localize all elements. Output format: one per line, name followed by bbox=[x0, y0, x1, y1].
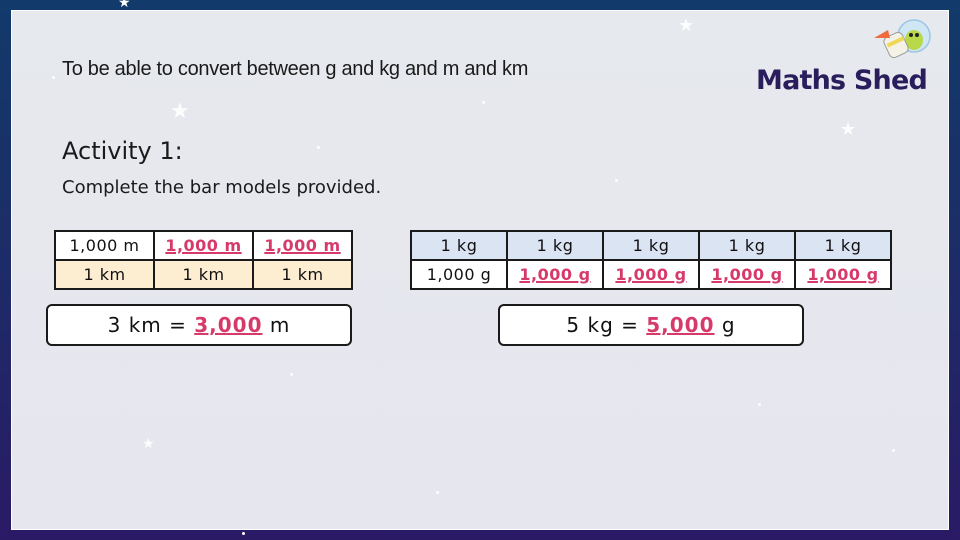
star-dot bbox=[482, 101, 485, 104]
activity-instruction: Complete the bar models provided. bbox=[62, 177, 382, 198]
answer-value: 1,000 g bbox=[807, 265, 879, 284]
star-dot bbox=[242, 532, 245, 535]
bar-cell: 1 kg bbox=[506, 230, 604, 261]
star-dot bbox=[52, 76, 55, 79]
bar-cell: 1,000 g bbox=[506, 259, 604, 290]
grams-row: 1,000 g 1,000 g 1,000 g 1,000 g 1,000 g bbox=[410, 259, 892, 290]
bar-model-grams: 1 kg 1 kg 1 kg 1 kg 1 kg 1,000 g 1,000 g… bbox=[410, 230, 892, 290]
learning-objective: To be able to convert between g and kg a… bbox=[62, 58, 529, 80]
bar-cell: 1 kg bbox=[794, 230, 892, 261]
km-row: 1 km 1 km 1 km bbox=[54, 259, 353, 290]
equation-right: m bbox=[262, 313, 291, 337]
star-dot bbox=[317, 146, 320, 149]
answer-value: 1,000 g bbox=[711, 265, 783, 284]
equation-box-grams: 5 kg = 5,000 g bbox=[498, 304, 804, 346]
star-dot bbox=[892, 449, 895, 452]
answer-value: 1,000 g bbox=[519, 265, 591, 284]
bar-cell: 1,000 g bbox=[410, 259, 508, 290]
bar-cell: 1 kg bbox=[602, 230, 700, 261]
metres-row: 1,000 m 1,000 m 1,000 m bbox=[54, 230, 353, 261]
equation-left: 3 km = bbox=[107, 313, 195, 337]
star-icon: ★ bbox=[678, 15, 695, 36]
star-icon: ★ bbox=[170, 99, 190, 124]
cell-value: 1,000 m bbox=[69, 236, 140, 255]
activity-title: Activity 1: bbox=[62, 137, 183, 165]
star-icon: ★ bbox=[840, 119, 857, 140]
bar-cell: 1,000 g bbox=[602, 259, 700, 290]
bar-cell: 1 km bbox=[252, 259, 353, 290]
star-dot bbox=[290, 373, 293, 376]
equation-left: 5 kg = bbox=[566, 313, 647, 337]
bar-cell: 1 kg bbox=[410, 230, 508, 261]
maths-shed-logo: Maths Shed bbox=[756, 16, 936, 96]
cell-value: 1,000 g bbox=[426, 265, 492, 284]
equation-right: g bbox=[714, 313, 736, 337]
star-dot bbox=[758, 403, 761, 406]
bar-cell: 1 kg bbox=[698, 230, 796, 261]
equation-answer: 5,000 bbox=[646, 313, 715, 337]
star-icon: ★ bbox=[142, 436, 155, 452]
bar-cell: 1,000 m bbox=[54, 230, 155, 261]
answer-value: 1,000 m bbox=[165, 236, 242, 255]
star-dot bbox=[436, 491, 439, 494]
answer-value: 1,000 g bbox=[615, 265, 687, 284]
bar-cell: 1,000 g bbox=[698, 259, 796, 290]
bar-cell: 1 km bbox=[153, 259, 254, 290]
kg-row: 1 kg 1 kg 1 kg 1 kg 1 kg bbox=[410, 230, 892, 261]
equation-answer: 3,000 bbox=[194, 313, 263, 337]
answer-value: 1,000 m bbox=[264, 236, 341, 255]
bar-cell: 1,000 m bbox=[252, 230, 353, 261]
bar-cell: 1 km bbox=[54, 259, 155, 290]
star-dot bbox=[615, 179, 618, 182]
logo-text: Maths Shed bbox=[756, 65, 928, 96]
star-icon: ★ bbox=[118, 0, 131, 11]
bar-cell: 1,000 g bbox=[794, 259, 892, 290]
rocket-alien-mascot-icon bbox=[874, 19, 931, 59]
bar-cell: 1,000 m bbox=[153, 230, 254, 261]
equation-box-metres: 3 km = 3,000 m bbox=[46, 304, 352, 346]
bar-model-metres: 1,000 m 1,000 m 1,000 m 1 km 1 km 1 km bbox=[54, 230, 353, 290]
